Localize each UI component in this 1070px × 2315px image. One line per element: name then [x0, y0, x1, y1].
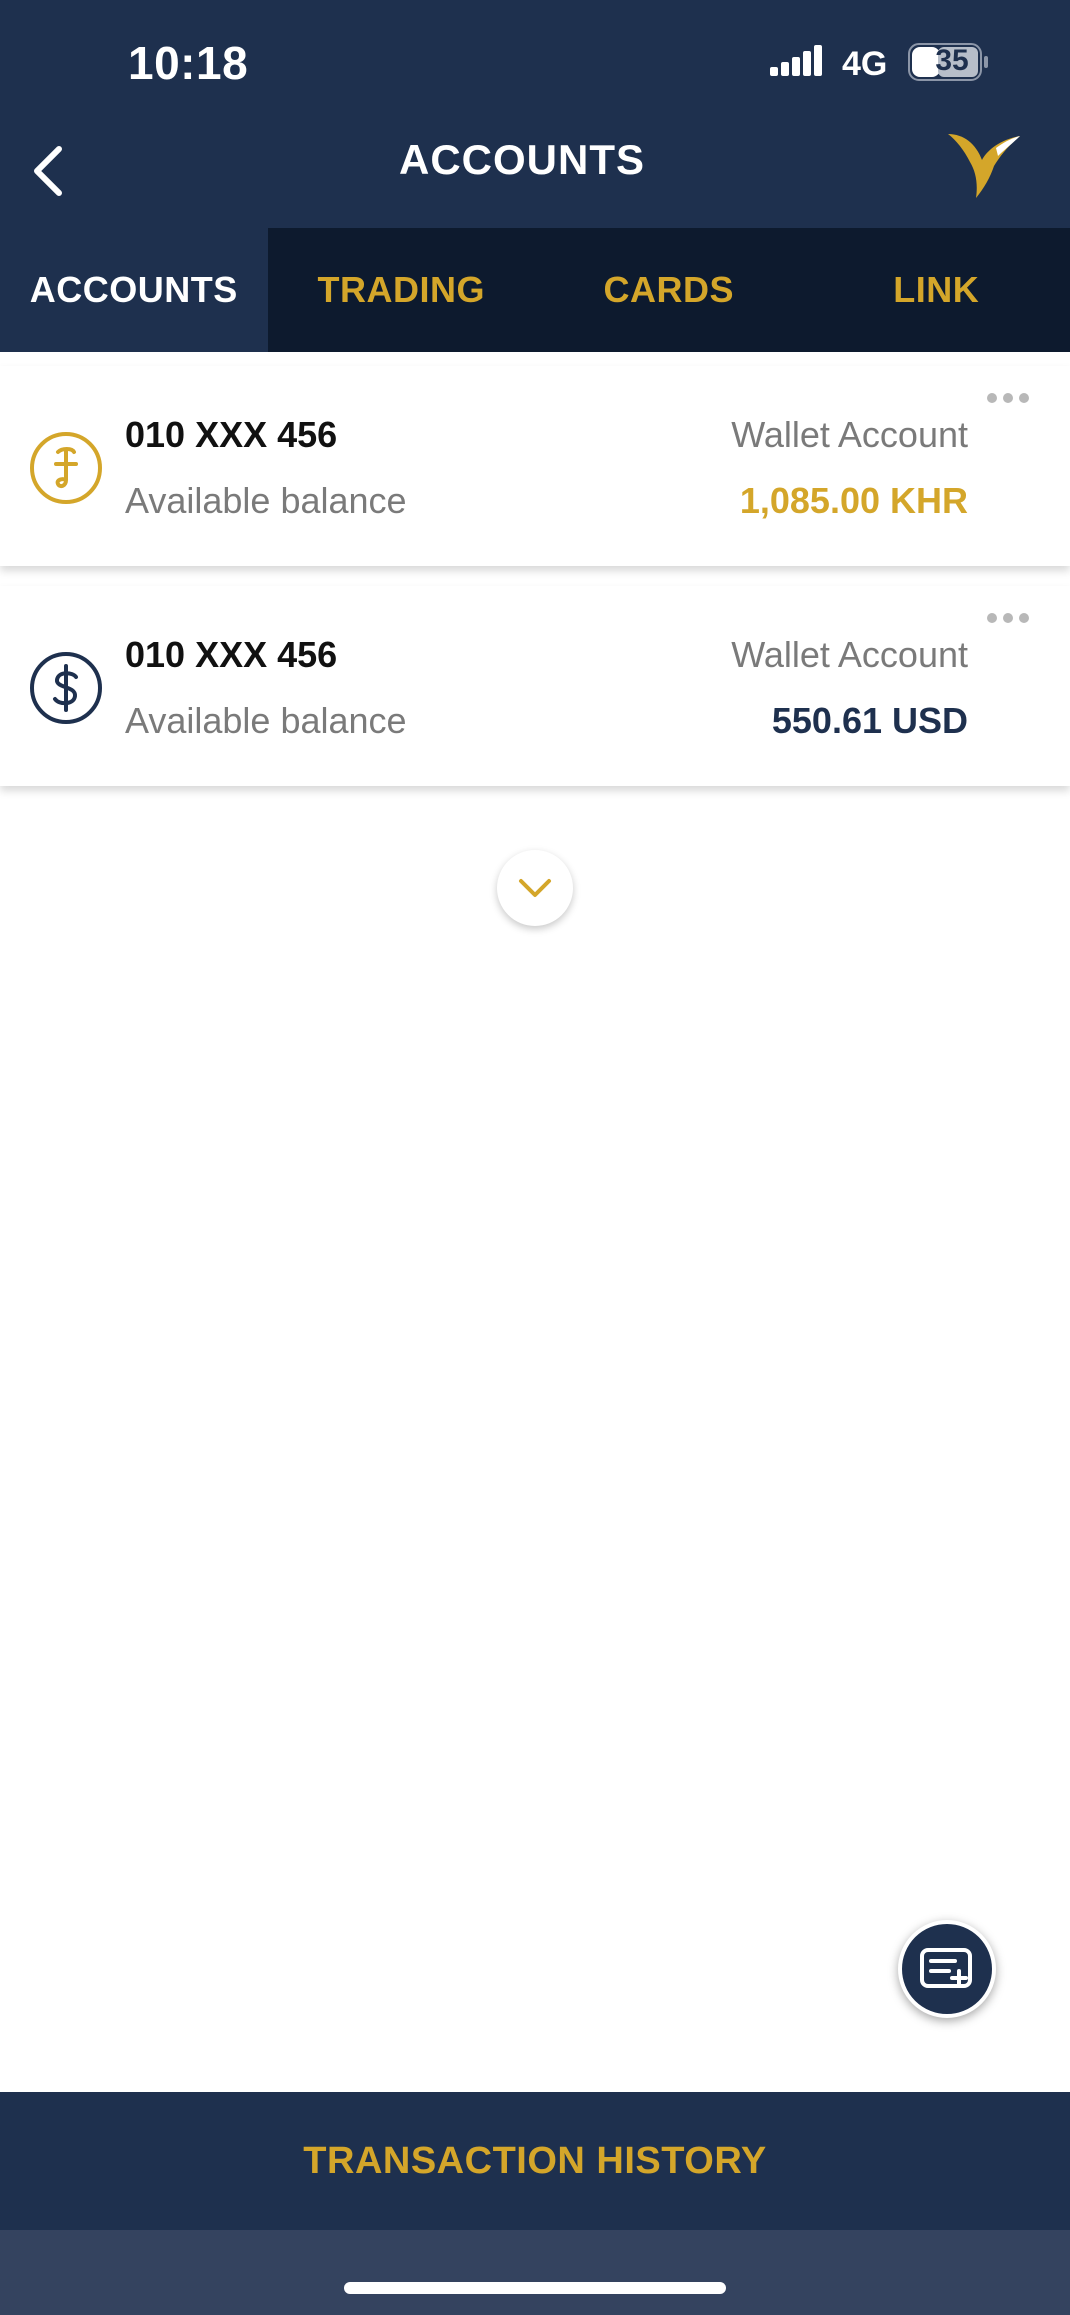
network-type: 4G [842, 45, 888, 83]
account-card-usd[interactable]: 010 XXX 456 Available balance Wallet Acc… [0, 586, 1070, 786]
tab-accounts[interactable]: ACCOUNTS [0, 228, 268, 352]
add-document-icon [920, 1948, 972, 1988]
header: 10:18 4G 35 ACCOUNTS [0, 0, 1070, 228]
balance-value: 1,085.00 KHR [739, 480, 968, 521]
tab-cards[interactable]: CARDS [535, 228, 803, 352]
riel-currency-icon [30, 432, 102, 504]
bird-logo-icon [948, 134, 1020, 198]
battery-level: 35 [935, 44, 969, 77]
account-type: Wallet Account [731, 414, 968, 455]
home-indicator-area [0, 2230, 1070, 2315]
account-number: 010 XXX 456 [125, 634, 338, 675]
status-time: 10:18 [128, 37, 249, 89]
transaction-history-label: TRANSACTION HISTORY [303, 2139, 767, 2182]
more-options-icon[interactable] [984, 608, 1032, 628]
tab-bar: ACCOUNTS TRADING CARDS LINK [0, 228, 1070, 352]
account-card-khr[interactable]: 010 XXX 456 Available balance Wallet Acc… [0, 366, 1070, 566]
transaction-history-button[interactable]: TRANSACTION HISTORY [0, 2092, 1070, 2230]
account-type: Wallet Account [731, 634, 968, 675]
signal-icon [770, 45, 822, 76]
accounts-screen: 10:18 4G 35 ACCOUNTS ACCOUNTS TRADING CA… [0, 0, 1070, 2315]
home-indicator[interactable] [344, 2282, 726, 2294]
tab-link[interactable]: LINK [803, 228, 1070, 352]
balance-value: 550.61 USD [771, 700, 968, 741]
account-number: 010 XXX 456 [125, 414, 338, 455]
balance-label: Available balance [125, 700, 407, 741]
more-options-icon[interactable] [984, 388, 1032, 408]
balance-label: Available balance [125, 480, 407, 521]
expand-accounts-button[interactable] [497, 850, 573, 926]
dollar-currency-icon [30, 652, 102, 724]
tab-trading[interactable]: TRADING [268, 228, 536, 352]
new-request-button[interactable] [898, 1920, 996, 2018]
page-title: ACCOUNTS [399, 136, 645, 183]
chevron-down-icon [519, 879, 551, 897]
